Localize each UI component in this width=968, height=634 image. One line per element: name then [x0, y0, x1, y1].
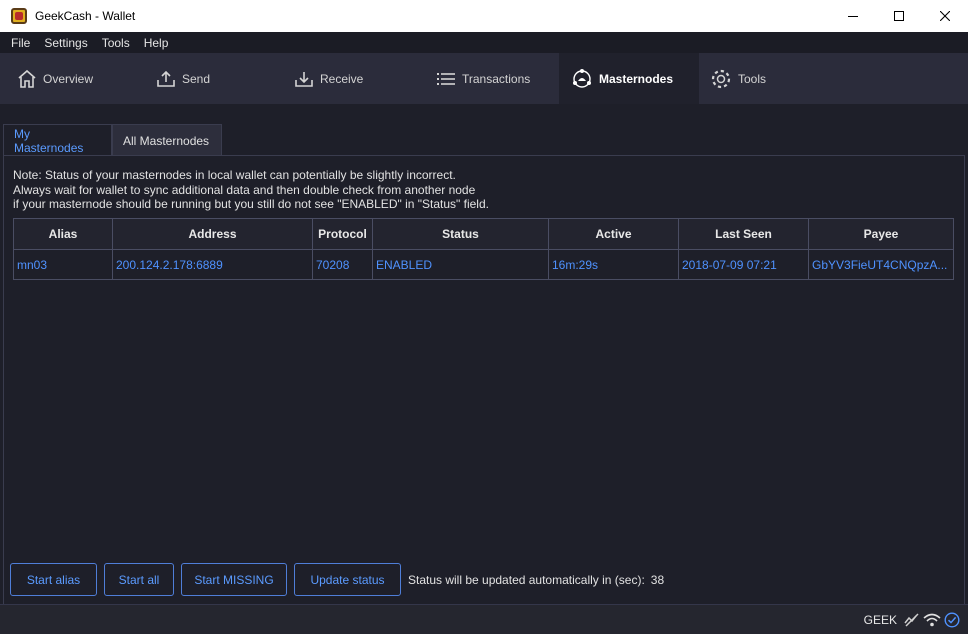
tab-tools-label: Tools — [738, 71, 767, 86]
synced-check-icon — [944, 612, 960, 628]
column-header-active[interactable]: Active — [548, 218, 679, 250]
tab-masternodes-label: Masternodes — [599, 71, 674, 86]
receive-icon — [295, 71, 313, 87]
tab-send[interactable]: Send — [140, 53, 278, 104]
maximize-button[interactable] — [876, 0, 922, 32]
subtab-bar: My Masternodes All Masternodes — [3, 124, 222, 156]
table-header-row: Alias Address Protocol Status Active Las… — [13, 218, 954, 250]
masternodes-table: Alias Address Protocol Status Active Las… — [13, 218, 954, 280]
cell-active: 16m:29s — [548, 249, 679, 280]
maximize-icon — [894, 11, 904, 21]
app-logo-icon — [11, 8, 27, 24]
tab-overview-label: Overview — [43, 71, 94, 86]
table-row[interactable]: mn03 200.124.2.178:6889 70208 ENABLED 16… — [13, 249, 954, 280]
status-note: Note: Status of your masternodes in loca… — [13, 168, 489, 212]
network-wifi-icon[interactable] — [923, 613, 941, 627]
column-header-protocol[interactable]: Protocol — [312, 218, 373, 250]
action-bar: Start alias Start all Start MISSING Upda… — [10, 563, 664, 596]
menu-file[interactable]: File — [4, 36, 37, 50]
cell-last-seen: 2018-07-09 07:21 — [678, 249, 809, 280]
column-header-last-seen[interactable]: Last Seen — [678, 218, 809, 250]
cell-address: 200.124.2.178:6889 — [112, 249, 313, 280]
cell-payee: GbYV3FieUT4CNQpzA... — [808, 249, 954, 280]
gear-icon — [711, 69, 731, 88]
start-alias-button[interactable]: Start alias — [10, 563, 97, 596]
minimize-button[interactable] — [830, 0, 876, 32]
window-title: GeekCash - Wallet — [35, 9, 136, 23]
auto-update-seconds: 38 — [650, 572, 665, 587]
auto-update-label: Status will be updated automatically in … — [408, 572, 645, 587]
status-bar: GEEK — [0, 604, 968, 634]
note-line-3: if your masternode should be running but… — [13, 197, 489, 211]
cell-protocol: 70208 — [312, 249, 373, 280]
tab-transactions[interactable]: Transactions — [416, 53, 559, 104]
tab-receive[interactable]: Receive — [278, 53, 416, 104]
tab-masternodes[interactable]: Masternodes — [559, 53, 699, 104]
cell-alias: mn03 — [13, 249, 113, 280]
column-header-alias[interactable]: Alias — [13, 218, 113, 250]
masternodes-page: My Masternodes All Masternodes Note: Sta… — [3, 124, 965, 605]
tab-my-masternodes[interactable]: My Masternodes — [3, 124, 112, 156]
menu-tools[interactable]: Tools — [95, 36, 137, 50]
masternode-network-icon — [573, 68, 591, 88]
note-line-1: Note: Status of your masternodes in loca… — [13, 168, 456, 182]
home-icon — [18, 69, 36, 88]
send-icon — [157, 70, 175, 87]
column-header-payee[interactable]: Payee — [808, 218, 954, 250]
tab-all-masternodes[interactable]: All Masternodes — [112, 124, 222, 156]
auto-update-status: Status will be updated automatically in … — [408, 573, 664, 587]
start-all-button[interactable]: Start all — [104, 563, 174, 596]
note-line-2: Always wait for wallet to sync additiona… — [13, 182, 476, 197]
list-icon — [437, 72, 455, 85]
staking-disabled-icon — [904, 613, 920, 627]
tab-tools[interactable]: Tools — [699, 53, 819, 104]
tab-overview[interactable]: Overview — [0, 53, 140, 104]
tab-transactions-label: Transactions — [462, 71, 531, 86]
main-nav: Overview Send Receive Transactions Maste… — [0, 53, 968, 104]
cell-status: ENABLED — [372, 249, 549, 280]
tab-send-label: Send — [182, 71, 211, 86]
title-bar: GeekCash - Wallet — [0, 0, 968, 32]
unit-label[interactable]: GEEK — [864, 613, 897, 627]
tab-receive-label: Receive — [320, 71, 364, 86]
update-status-button[interactable]: Update status — [294, 563, 401, 596]
column-header-status[interactable]: Status — [372, 218, 549, 250]
window-controls — [830, 0, 968, 32]
start-missing-button[interactable]: Start MISSING — [181, 563, 287, 596]
status-bar-indicators: GEEK — [864, 612, 960, 628]
menu-settings[interactable]: Settings — [37, 36, 94, 50]
menu-help[interactable]: Help — [137, 36, 176, 50]
minimize-icon — [848, 16, 858, 17]
close-icon — [940, 11, 950, 21]
column-header-address[interactable]: Address — [112, 218, 313, 250]
my-masternodes-panel: Note: Status of your masternodes in loca… — [3, 155, 965, 605]
menu-bar: File Settings Tools Help — [0, 32, 968, 53]
close-button[interactable] — [922, 0, 968, 32]
